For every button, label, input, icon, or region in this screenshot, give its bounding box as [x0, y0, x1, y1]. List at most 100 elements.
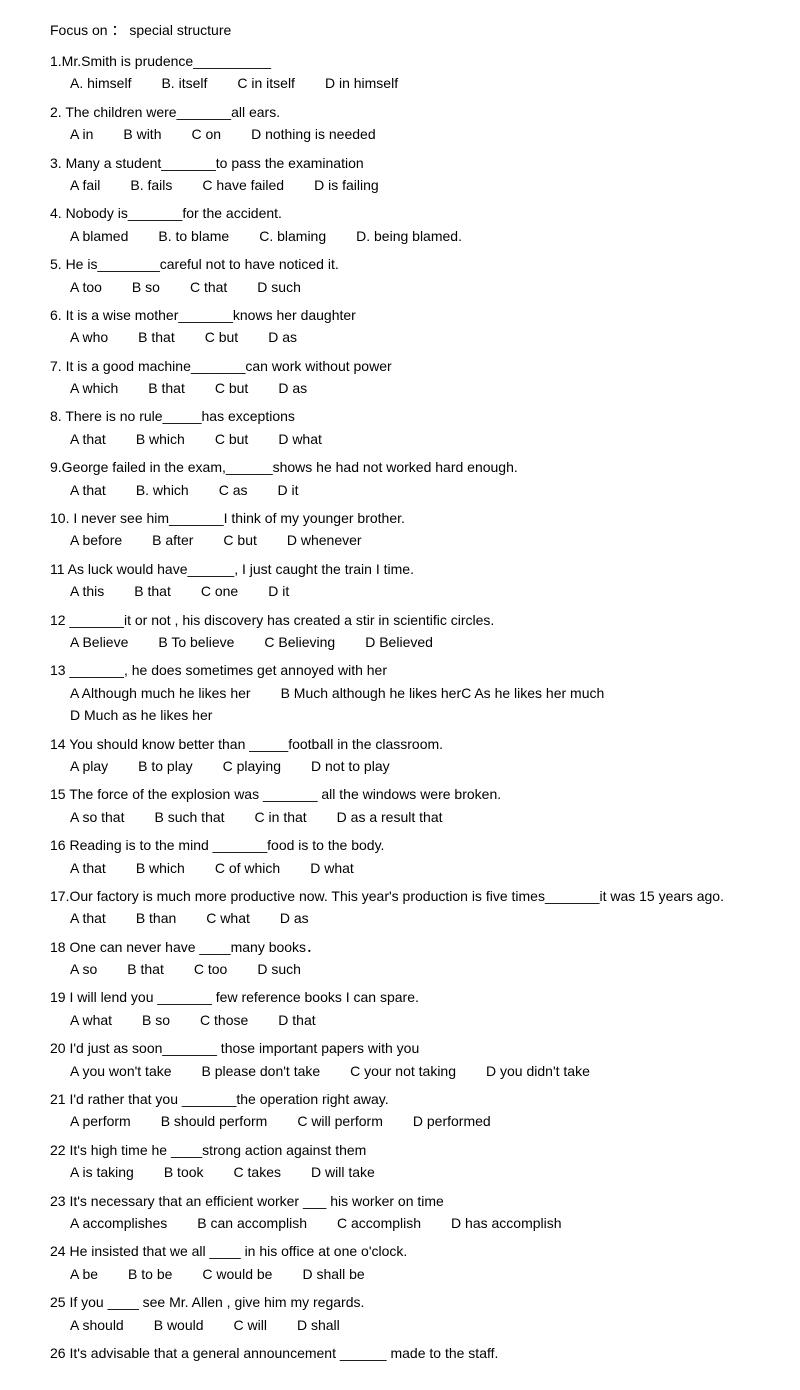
- options-row-q17: A thatB thanC whatD as: [50, 907, 750, 929]
- option-q20-1: B please don't take: [202, 1060, 321, 1082]
- option-q3-2: C have failed: [202, 174, 284, 196]
- option-q17-2: C what: [206, 907, 250, 929]
- option-q23-0: A accomplishes: [70, 1212, 167, 1234]
- option-q23-2: C accomplish: [337, 1212, 421, 1234]
- option-q16-1: B which: [136, 857, 185, 879]
- question-text-q14: 14 You should know better than _____foot…: [50, 733, 750, 755]
- option-q7-3: D as: [278, 377, 307, 399]
- options-row-q12: A BelieveB To believeC BelievingD Believ…: [50, 631, 750, 653]
- option-q17-1: B than: [136, 907, 176, 929]
- question-q10: 10. I never see him_______I think of my …: [50, 507, 750, 552]
- question-q16: 16 Reading is to the mind _______food is…: [50, 834, 750, 879]
- question-q13: 13 _______, he does sometimes get annoye…: [50, 659, 750, 726]
- question-text-q25: 25 If you ____ see Mr. Allen , give him …: [50, 1291, 750, 1313]
- option-q19-2: C those: [200, 1009, 248, 1031]
- option-q15-0: A so that: [70, 806, 124, 828]
- options-row-q11: A thisB thatC oneD it: [50, 580, 750, 602]
- option-q23-3: D has accomplish: [451, 1212, 562, 1234]
- option-q16-2: C of which: [215, 857, 280, 879]
- question-q17: 17.Our factory is much more productive n…: [50, 885, 750, 930]
- options-row-q20: A you won't takeB please don't takeC you…: [50, 1060, 750, 1082]
- option-q15-2: C in that: [255, 806, 307, 828]
- question-text-q24: 24 He insisted that we all ____ in his o…: [50, 1240, 750, 1262]
- option-q2-2: C on: [191, 123, 221, 145]
- option-q15-1: B such that: [154, 806, 224, 828]
- option-q22-2: C takes: [234, 1161, 281, 1183]
- option-q14-0: A play: [70, 755, 108, 777]
- option-q5-1: B so: [132, 276, 160, 298]
- option-q11-1: B that: [134, 580, 171, 602]
- option-q11-3: D it: [268, 580, 289, 602]
- questions-container: 1.Mr.Smith is prudence__________A. himse…: [50, 50, 750, 1364]
- question-q11: 11 As luck would have______, I just caug…: [50, 558, 750, 603]
- option-q18-3: D such: [257, 958, 301, 980]
- option-q17-0: A that: [70, 907, 106, 929]
- question-text-q4: 4. Nobody is_______for the accident.: [50, 202, 750, 224]
- option-q7-1: B that: [148, 377, 185, 399]
- question-q19: 19 I will lend you _______ few reference…: [50, 986, 750, 1031]
- options-row-q9: A thatB. whichC asD it: [50, 479, 750, 501]
- question-text-q19: 19 I will lend you _______ few reference…: [50, 986, 750, 1008]
- header: Focus on ： special structure: [50, 20, 750, 40]
- option-q24-0: A be: [70, 1263, 98, 1285]
- option-q19-1: B so: [142, 1009, 170, 1031]
- option-q6-1: B that: [138, 326, 175, 348]
- question-text-q8: 8. There is no rule_____has exceptions: [50, 405, 750, 427]
- option-q21-2: C will perform: [297, 1110, 383, 1132]
- options-row-q16: A that B which C of which D what: [50, 857, 750, 879]
- option-q18-1: B that: [127, 958, 164, 980]
- option-q22-1: B took: [164, 1161, 204, 1183]
- option-q6-3: D as: [268, 326, 297, 348]
- option-q25-3: D shall: [297, 1314, 340, 1336]
- question-text-q18: 18 One can never have ____many books．: [50, 936, 750, 958]
- question-q8: 8. There is no rule_____has exceptionsA …: [50, 405, 750, 450]
- options-row-q7: A whichB thatC butD as: [50, 377, 750, 399]
- question-q23: 23 It's necessary that an efficient work…: [50, 1190, 750, 1235]
- options-row-q21: A performB should performC will performD…: [50, 1110, 750, 1132]
- option-q5-0: A too: [70, 276, 102, 298]
- option-q8-3: D what: [278, 428, 322, 450]
- options-row-q13: A Although much he likes herB Much altho…: [50, 682, 750, 727]
- option-q8-0: A that: [70, 428, 106, 450]
- option-q21-1: B should perform: [161, 1110, 268, 1132]
- option-q6-2: C but: [205, 326, 238, 348]
- options-row-q1: A. himselfB. itselfC in itselfD in himse…: [50, 72, 750, 94]
- option-q14-2: C playing: [223, 755, 281, 777]
- option-q18-0: A so: [70, 958, 97, 980]
- option-q20-2: C your not taking: [350, 1060, 456, 1082]
- option-q7-0: A which: [70, 377, 118, 399]
- option-q1-1: B. itself: [161, 72, 207, 94]
- option-q9-0: A that: [70, 479, 106, 501]
- option-q10-0: A before: [70, 529, 122, 551]
- option-q13-2: D Much as he likes her: [70, 704, 212, 726]
- option-q9-3: D it: [278, 479, 299, 501]
- options-row-q15: A so that B such that C in that D as a resu…: [50, 806, 750, 828]
- option-q22-0: A is taking: [70, 1161, 134, 1183]
- option-q16-3: D what: [310, 857, 354, 879]
- question-text-q13: 13 _______, he does sometimes get annoye…: [50, 659, 750, 681]
- option-q12-3: D Believed: [365, 631, 433, 653]
- option-q10-2: C but: [223, 529, 256, 551]
- option-q16-0: A that: [70, 857, 106, 879]
- question-text-q5: 5. He is________careful not to have noti…: [50, 253, 750, 275]
- question-q1: 1.Mr.Smith is prudence__________A. himse…: [50, 50, 750, 95]
- question-text-q26: 26 It's advisable that a general announc…: [50, 1342, 750, 1364]
- options-row-q14: A playB to playC playingD not to play: [50, 755, 750, 777]
- option-q8-1: B which: [136, 428, 185, 450]
- option-q12-0: A Believe: [70, 631, 128, 653]
- option-q4-1: B. to blame: [158, 225, 229, 247]
- option-q3-0: A fail: [70, 174, 100, 196]
- option-q19-0: A what: [70, 1009, 112, 1031]
- question-text-q23: 23 It's necessary that an efficient work…: [50, 1190, 750, 1212]
- option-q25-0: A should: [70, 1314, 124, 1336]
- option-q15-3: D as a result that: [337, 806, 443, 828]
- options-row-q8: A thatB whichC butD what: [50, 428, 750, 450]
- option-q21-0: A perform: [70, 1110, 131, 1132]
- options-row-q5: A tooB soC thatD such: [50, 276, 750, 298]
- option-q25-1: B would: [154, 1314, 204, 1336]
- options-row-q4: A blamedB. to blameC. blamingD. being bl…: [50, 225, 750, 247]
- option-q20-3: D you didn't take: [486, 1060, 590, 1082]
- question-text-q12: 12 _______it or not , his discovery has …: [50, 609, 750, 631]
- question-q22: 22 It's high time he ____strong action a…: [50, 1139, 750, 1184]
- question-text-q17: 17.Our factory is much more productive n…: [50, 885, 750, 907]
